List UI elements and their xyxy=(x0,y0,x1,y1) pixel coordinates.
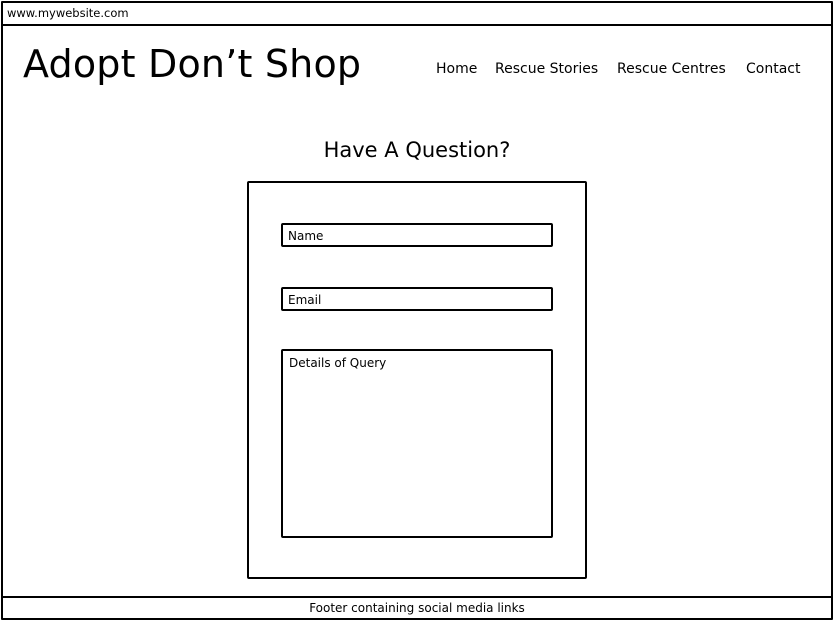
address-bar[interactable]: www.mywebsite.com xyxy=(3,3,831,26)
nav-rescue-centres[interactable]: Rescue Centres xyxy=(617,59,726,79)
footer: Footer containing social media links xyxy=(3,596,831,620)
url-text: www.mywebsite.com xyxy=(7,6,129,20)
nav-rescue-stories[interactable]: Rescue Stories xyxy=(495,59,598,79)
footer-text: Footer containing social media links xyxy=(309,601,525,615)
email-field[interactable]: Email xyxy=(281,287,553,311)
query-placeholder: Details of Query xyxy=(289,356,387,370)
browser-window: www.mywebsite.com Adopt Don’t Shop Home … xyxy=(1,1,833,620)
nav-home[interactable]: Home xyxy=(436,59,477,79)
name-placeholder: Name xyxy=(288,229,324,243)
site-logo[interactable]: Adopt Don’t Shop xyxy=(23,40,361,88)
nav-contact[interactable]: Contact xyxy=(746,59,800,79)
name-field[interactable]: Name xyxy=(281,223,553,247)
email-placeholder: Email xyxy=(288,293,322,307)
contact-form: Name Email Details of Query xyxy=(247,181,587,579)
query-textarea[interactable]: Details of Query xyxy=(281,349,553,538)
page-heading: Have A Question? xyxy=(323,138,511,162)
